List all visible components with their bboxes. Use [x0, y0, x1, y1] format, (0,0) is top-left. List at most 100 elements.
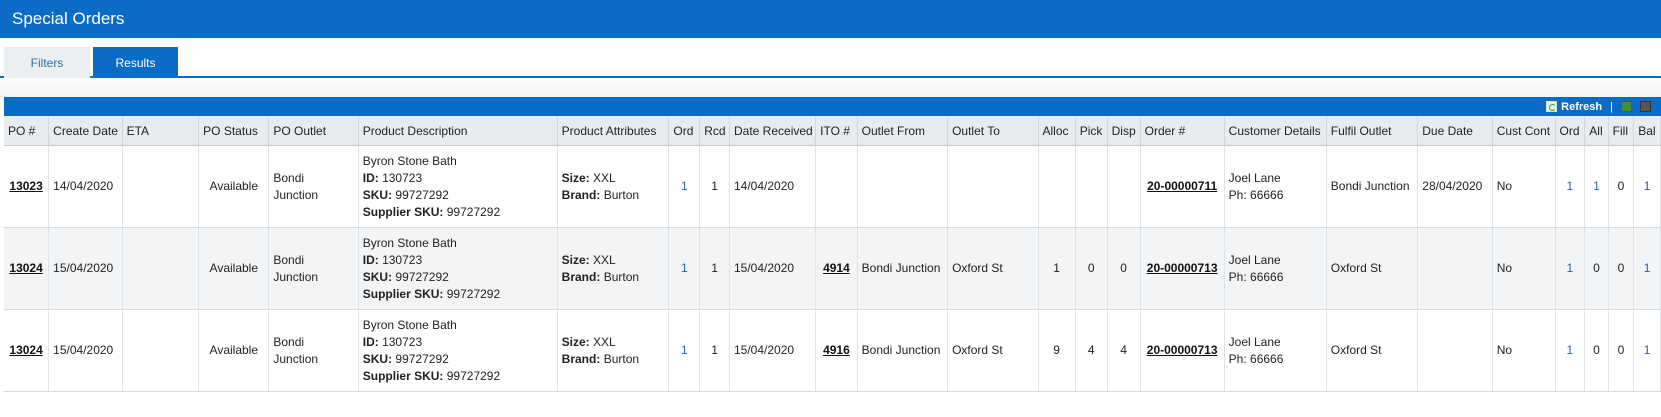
col-create-date[interactable]: Create Date: [48, 116, 123, 146]
due-date-cell: [1417, 309, 1493, 392]
results-grid: Refresh | PO # Create Date ETA PO Status…: [4, 97, 1661, 392]
po-link[interactable]: 13023: [9, 179, 42, 193]
disp-cell: 4: [1107, 309, 1141, 392]
size-value: XXL: [593, 252, 616, 267]
brand-label: Brand:: [561, 269, 601, 284]
ito-link[interactable]: 4914: [823, 261, 850, 275]
col-product-attributes[interactable]: Product Attributes: [557, 116, 670, 146]
col-all[interactable]: All: [1584, 116, 1609, 146]
rcd-cell: 1: [699, 227, 730, 310]
col-ito[interactable]: ITO #: [815, 116, 858, 146]
supplier-sku: 99727292: [446, 286, 501, 301]
col-outlet-from[interactable]: Outlet From: [857, 116, 949, 146]
col-po-outlet[interactable]: PO Outlet: [268, 116, 359, 146]
col-ord-2[interactable]: Ord: [1555, 116, 1586, 146]
bal-cell: 1: [1633, 309, 1661, 392]
cust-cont-cell: No: [1492, 145, 1556, 228]
supplier-sku-label: Supplier SKU:: [362, 368, 444, 383]
col-disp[interactable]: Disp: [1107, 116, 1141, 146]
table-row[interactable]: 13024 15/04/2020 Available Bondi Junction…: [4, 309, 1661, 392]
brand-label: Brand:: [561, 351, 601, 366]
col-customer-details[interactable]: Customer Details: [1224, 116, 1327, 146]
col-outlet-to[interactable]: Outlet To: [947, 116, 1039, 146]
col-order[interactable]: Order #: [1140, 116, 1225, 146]
tab-filters[interactable]: Filters: [4, 47, 90, 78]
bal-cell: 1: [1633, 145, 1661, 228]
table-row[interactable]: 13023 14/04/2020 Available Bondi Junction…: [4, 145, 1661, 228]
product-description-cell: Byron Stone Bath ID: 130723 SKU: 9972729…: [358, 145, 558, 228]
all-cell: 0: [1584, 309, 1609, 392]
fill-cell: 0: [1608, 145, 1635, 228]
col-alloc[interactable]: Alloc: [1038, 116, 1076, 146]
fulfil-outlet-cell: Bondi Junction: [1326, 145, 1419, 228]
product-sku: 99727292: [395, 187, 449, 202]
supplier-sku: 99727292: [446, 204, 501, 219]
sku-label: SKU:: [362, 351, 393, 366]
app-header: Special Orders: [0, 0, 1661, 38]
col-product-description[interactable]: Product Description: [358, 116, 558, 146]
customer-phone: 66666: [1250, 269, 1284, 284]
pick-cell: 0: [1075, 227, 1108, 310]
alloc-cell: 1: [1038, 227, 1076, 310]
order-link[interactable]: 20-00000713: [1147, 261, 1218, 275]
po-link[interactable]: 13024: [9, 343, 42, 357]
cust-cont-cell: No: [1492, 227, 1556, 310]
col-bal[interactable]: Bal: [1633, 116, 1661, 146]
outlet-from-cell: [857, 145, 949, 228]
order-link[interactable]: 20-00000711: [1147, 179, 1217, 193]
fulfil-outlet-cell: Oxford St: [1326, 227, 1419, 310]
date-received-cell: 14/04/2020: [729, 145, 817, 228]
grid-toolbar: Refresh |: [4, 97, 1661, 116]
size-label: Size:: [561, 334, 590, 349]
alloc-cell: 9: [1038, 309, 1076, 392]
order-link[interactable]: 20-00000713: [1147, 343, 1218, 357]
col-due-date[interactable]: Due Date: [1417, 116, 1493, 146]
col-po-status[interactable]: PO Status: [198, 116, 270, 146]
col-eta[interactable]: ETA: [122, 116, 200, 146]
disp-cell: 0: [1107, 227, 1141, 310]
tab-results[interactable]: Results: [93, 47, 178, 78]
refresh-button[interactable]: Refresh: [1546, 101, 1602, 113]
ito-link[interactable]: 4916: [823, 343, 850, 357]
cust-cont-cell: No: [1492, 309, 1556, 392]
col-rcd[interactable]: Rcd: [699, 116, 730, 146]
col-pick[interactable]: Pick: [1075, 116, 1108, 146]
brand-label: Brand:: [561, 187, 601, 202]
product-sku: 99727292: [395, 351, 449, 366]
brand-value: Burton: [603, 187, 640, 202]
col-cust-cont[interactable]: Cust Cont: [1492, 116, 1556, 146]
csv-export-icon[interactable]: [1640, 101, 1651, 112]
eta-cell: [122, 309, 200, 392]
col-po[interactable]: PO #: [4, 116, 50, 146]
outlet-from-cell: Bondi Junction: [857, 227, 949, 310]
po-link[interactable]: 13024: [9, 261, 42, 275]
po-outlet-line: Bondi: [273, 170, 305, 185]
customer-details-cell: Joel Lane Ph: 66666: [1224, 145, 1327, 228]
date-received-cell: 15/04/2020: [729, 227, 817, 310]
rcd-cell: 1: [699, 309, 730, 392]
col-date-received[interactable]: Date Received: [729, 116, 817, 146]
col-ord[interactable]: Ord: [668, 116, 701, 146]
col-fulfil-outlet[interactable]: Fulfil Outlet: [1326, 116, 1419, 146]
product-attributes-cell: Size: XXL Brand: Burton: [557, 145, 670, 228]
brand-value: Burton: [603, 351, 640, 366]
product-id: 130723: [382, 334, 423, 349]
fill-cell: 0: [1608, 309, 1635, 392]
rcd-cell: 1: [699, 145, 730, 228]
product-id: 130723: [382, 170, 423, 185]
excel-export-icon[interactable]: [1621, 101, 1632, 112]
product-name: Byron Stone Bath: [362, 235, 457, 250]
alloc-cell: [1038, 145, 1076, 228]
po-outlet-line: Bondi: [273, 334, 305, 349]
ord2-cell: 1: [1555, 309, 1586, 392]
ord-cell: 1: [668, 309, 701, 392]
table-row[interactable]: 13024 15/04/2020 Available Bondi Junction…: [4, 227, 1661, 310]
table-header-row: PO # Create Date ETA PO Status PO Outlet…: [4, 116, 1661, 146]
fulfil-outlet-cell: Oxford St: [1326, 309, 1419, 392]
customer-name: Joel Lane: [1228, 170, 1281, 185]
tab-bar: Filters Results: [0, 38, 1661, 78]
due-date-cell: [1417, 227, 1493, 310]
col-fill[interactable]: Fill: [1608, 116, 1635, 146]
product-attributes-cell: Size: XXL Brand: Burton: [557, 227, 670, 310]
customer-phone: 66666: [1250, 351, 1284, 366]
